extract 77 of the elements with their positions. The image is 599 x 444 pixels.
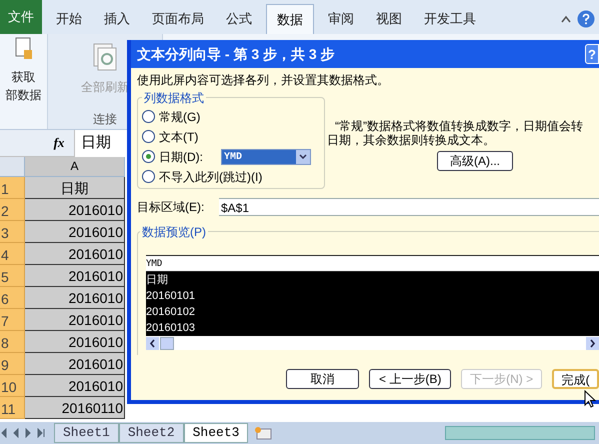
radio-label: 不导入此列(跳过)(I): [159, 168, 262, 186]
radio-button[interactable]: [142, 130, 155, 143]
row-header[interactable]: 5: [0, 265, 25, 287]
ribbon-tab[interactable]: 审阅: [320, 4, 362, 34]
sheet-tab[interactable]: Sheet2: [118, 423, 184, 443]
dialog-button[interactable]: 完成(: [552, 369, 599, 389]
radio-button[interactable]: [142, 150, 155, 163]
row-header[interactable]: 9: [0, 353, 25, 375]
help-button[interactable]: ?: [585, 44, 599, 64]
button-label: 部数据: [6, 87, 42, 104]
row-header[interactable]: 2: [0, 199, 25, 221]
radio-button[interactable]: [142, 170, 155, 183]
row-header[interactable]: 6: [0, 287, 25, 309]
instruction-text: 使用此屏内容可选择各列，并设置其数据格式。: [137, 72, 390, 89]
description-text: “常规”数据格式将数值转换成数字，日期值会转: [334, 119, 583, 133]
sheet-tab[interactable]: Sheet1: [54, 423, 119, 443]
table-cell: 2016010: [25, 199, 125, 221]
table-cell: 日期: [25, 177, 125, 199]
table-cell: 2016010: [25, 375, 125, 397]
ribbon-tab[interactable]: 文件: [0, 0, 42, 34]
table-cell: 2016010: [25, 243, 125, 265]
row-header[interactable]: 4: [0, 243, 25, 265]
radio-label: 日期(D):: [159, 148, 203, 166]
row-header[interactable]: 1: [0, 177, 25, 199]
preview-row-text: 20160101: [146, 289, 196, 304]
get-data-button[interactable]: 获取 部数据: [6, 68, 42, 104]
group-title: 列数据格式: [142, 89, 206, 107]
row-header[interactable]: 3: [0, 221, 25, 243]
preview-row-text: 20160103: [146, 321, 196, 336]
scroll-left-icon[interactable]: [146, 336, 159, 350]
ribbon-tab[interactable]: 公式: [218, 4, 260, 34]
scroll-right-icon[interactable]: [586, 336, 599, 350]
document-icon[interactable]: [12, 36, 34, 62]
row-header[interactable]: 11: [0, 397, 25, 419]
mouse-pointer-icon: [584, 390, 596, 408]
ribbon-tab[interactable]: 视图: [368, 4, 410, 34]
table-cell: 2016010: [25, 353, 125, 375]
field-label: 目标区域(E):: [137, 199, 206, 216]
button-label: 获取: [10, 69, 36, 86]
horizontal-scrollbar[interactable]: [445, 426, 595, 440]
ribbon-tab[interactable]: 插入: [96, 4, 138, 34]
ribbon-tab[interactable]: 数据: [266, 4, 314, 34]
chevron-down-icon: [299, 154, 307, 159]
format-dropdown[interactable]: YMD: [221, 148, 311, 164]
table-cell: 2016010: [25, 309, 125, 331]
column-header[interactable]: A: [25, 157, 125, 177]
table-cell: 2016010: [25, 265, 125, 287]
description-text: 日期，其余数据则转换成文本。: [327, 133, 495, 147]
collapse-ribbon-icon[interactable]: [561, 15, 571, 23]
table-cell: 2016010: [25, 221, 125, 243]
preview-row-text: 日期: [146, 273, 169, 288]
function-label[interactable]: fx: [44, 133, 74, 153]
group-label: 连接: [93, 111, 117, 128]
new-sheet-icon[interactable]: [252, 426, 274, 440]
dialog-button[interactable]: 取消: [286, 369, 360, 389]
table-cell: 2016010: [25, 331, 125, 353]
ribbon-tab[interactable]: 页面布局: [144, 4, 212, 34]
table-cell: 2016010: [25, 287, 125, 309]
group-title: 数据预览(P): [140, 223, 208, 241]
dropdown-value: YMD: [223, 150, 244, 164]
table-cell: 20160110: [25, 397, 125, 419]
radio-label: 常规(G): [159, 108, 200, 126]
row-header[interactable]: 8: [0, 331, 25, 353]
sheet-tab[interactable]: Sheet3: [184, 423, 248, 443]
dialog-button[interactable]: < 上一步(B): [369, 369, 451, 389]
advanced-button[interactable]: 高级(A)...: [437, 151, 513, 171]
destination-field[interactable]: $A$1: [219, 198, 599, 216]
row-header[interactable]: 7: [0, 309, 25, 331]
radio-button[interactable]: [142, 110, 155, 123]
scroll-thumb[interactable]: [160, 336, 174, 350]
radio-label: 文本(T): [159, 128, 198, 146]
help-icon[interactable]: [577, 10, 595, 28]
row-header[interactable]: 10: [0, 375, 25, 397]
ribbon-tab[interactable]: 开发工具: [416, 4, 484, 34]
ribbon-tab[interactable]: 开始: [48, 4, 90, 34]
preview-row-text: 20160102: [146, 305, 196, 320]
window-title: 文本分列向导 - 第 3 步，共 3 步: [137, 44, 336, 64]
